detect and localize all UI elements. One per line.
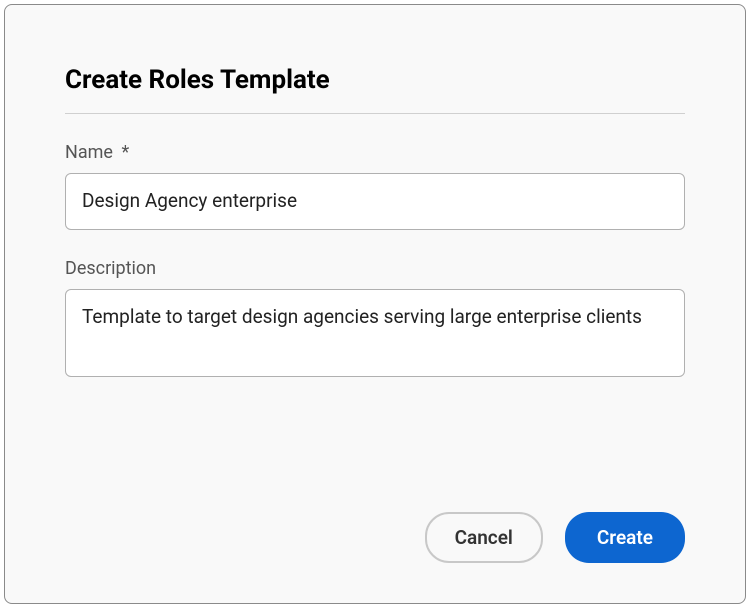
create-roles-template-dialog: Create Roles Template Name * Description… [4,4,746,604]
divider [65,113,685,114]
description-label: Description [65,258,685,279]
button-row: Cancel Create [65,492,685,563]
cancel-button[interactable]: Cancel [425,512,543,563]
description-field-group: Description [65,258,685,381]
required-asterisk: * [121,142,129,163]
create-button[interactable]: Create [565,512,685,563]
description-input[interactable] [65,289,685,377]
name-field-group: Name * [65,142,685,230]
name-label: Name * [65,142,685,163]
name-input[interactable] [65,173,685,230]
dialog-title: Create Roles Template [65,65,685,95]
name-label-text: Name [65,142,113,163]
